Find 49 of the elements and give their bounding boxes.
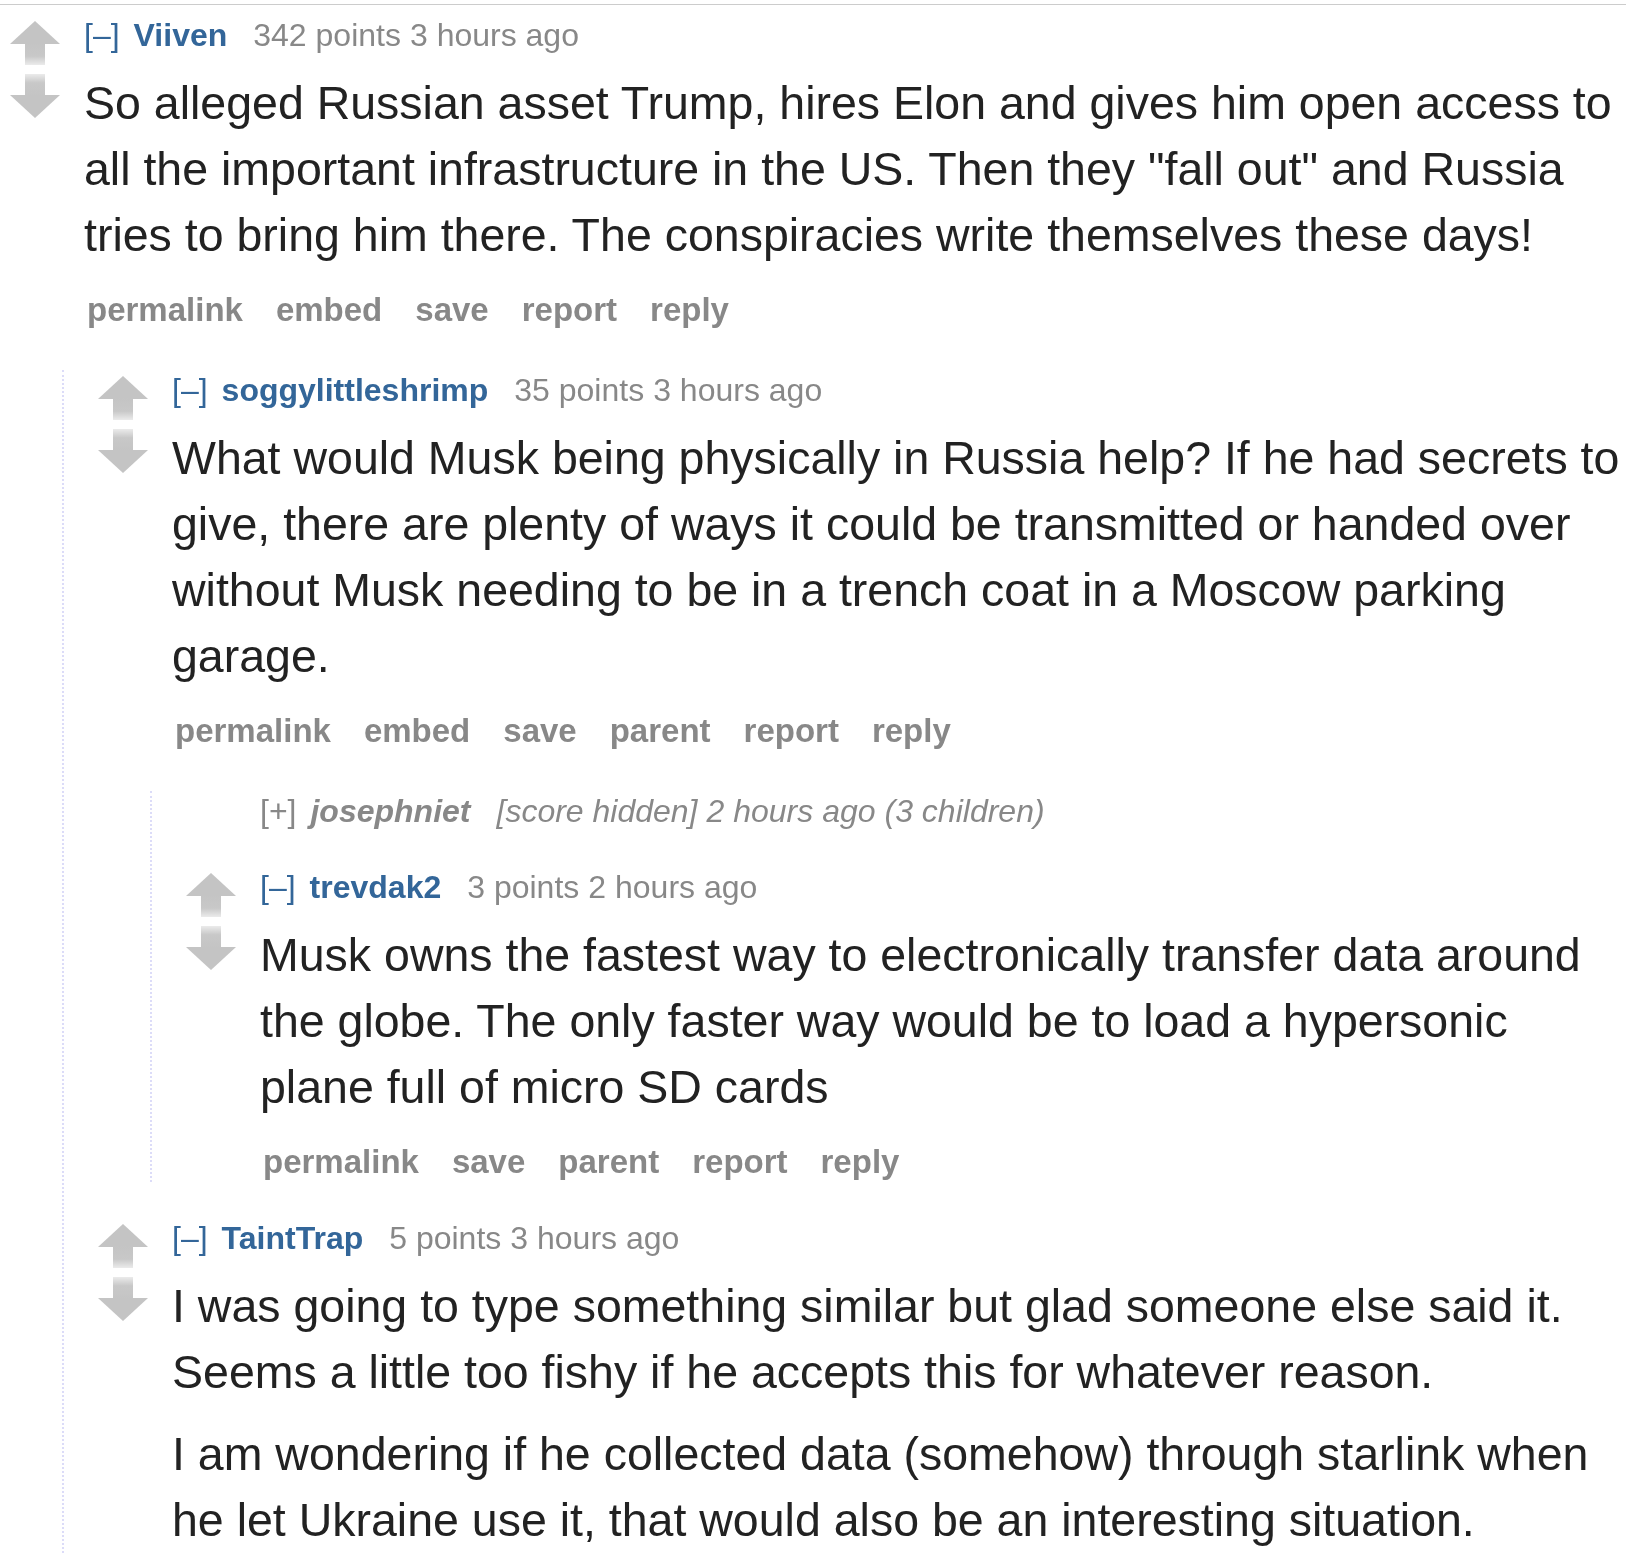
action-link[interactable]: save xyxy=(415,290,489,330)
action-link[interactable]: report xyxy=(692,1142,788,1182)
down-arrow-icon[interactable] xyxy=(186,926,236,970)
score-text: 342 points xyxy=(253,16,401,55)
username-link[interactable]: soggylittleshrimp xyxy=(221,370,489,410)
toggle-link[interactable]: [–] xyxy=(172,1218,208,1258)
action-link[interactable]: permalink xyxy=(87,290,243,330)
up-arrow-icon[interactable] xyxy=(98,376,148,420)
action-link[interactable]: parent xyxy=(609,711,711,751)
action-link[interactable]: permalink xyxy=(263,1142,419,1182)
username-link[interactable]: Viiven xyxy=(133,15,228,55)
comment-text: Musk owns the fastest way to electronically transfer data around the globe. The only faster way would be to load a hypersonic plane full of micro SD cards xyxy=(260,928,1582,1115)
score-text: 5 points xyxy=(389,1219,502,1258)
down-arrow-icon[interactable] xyxy=(98,1277,148,1321)
up-arrow-icon[interactable] xyxy=(186,873,236,917)
action-link[interactable]: save xyxy=(451,1142,526,1182)
timestamp: 2 hours ago xyxy=(706,792,876,831)
comment-text: I am wondering if he collected data (somehow) through starlink when he let Ukraine use it, that would also be an interesting situation. xyxy=(172,1427,1590,1548)
action-link[interactable]: embed xyxy=(363,711,471,751)
children-count: (3 children) xyxy=(884,792,1045,831)
action-link[interactable]: embed xyxy=(275,290,383,330)
comment-text: I was going to type something similar but glad someone else said it. Seems a little too fishy if he accepts this for whatever reason. xyxy=(172,1279,1564,1400)
score-text: [score hidden] xyxy=(496,792,698,831)
down-arrow-icon[interactable] xyxy=(98,429,148,473)
username-link[interactable]: TaintTrap xyxy=(221,1218,364,1258)
action-link[interactable]: report xyxy=(743,711,839,751)
timestamp: 3 hours ago xyxy=(409,16,579,55)
score-text: 35 points xyxy=(514,371,645,410)
username-link[interactable]: trevdak2 xyxy=(309,867,442,907)
toggle-link[interactable]: [–] xyxy=(172,370,208,410)
up-arrow-icon[interactable] xyxy=(10,21,60,65)
toggle-link[interactable]: [+] xyxy=(260,791,297,831)
timestamp: 2 hours ago xyxy=(588,868,758,907)
toggle-link[interactable]: [–] xyxy=(84,15,120,55)
comment-text: So alleged Russian asset Trump, hires Elon and gives him open access to all the important infrastructure in the US. Then they "fall out" and Russia tries to bring him there. The conspiracies write themselves these days! xyxy=(84,76,1613,263)
action-link[interactable]: report xyxy=(521,290,618,330)
up-arrow-icon[interactable] xyxy=(98,1224,148,1268)
comment-text: What would Musk being physically in Russia help? If he had secrets to give, there are plenty of ways it could be transmitted or handed over without Musk needing to be in a trench coat in a Moscow parking garage. xyxy=(172,431,1621,684)
action-link[interactable]: reply xyxy=(871,711,951,751)
score-text: 3 points xyxy=(467,868,580,907)
action-link[interactable]: reply xyxy=(650,290,729,330)
timestamp: 3 hours ago xyxy=(510,1219,680,1258)
action-link[interactable]: permalink xyxy=(175,711,331,751)
action-link[interactable]: reply xyxy=(820,1142,900,1182)
timestamp: 3 hours ago xyxy=(653,371,823,410)
toggle-link[interactable]: [–] xyxy=(260,867,296,907)
action-link[interactable]: parent xyxy=(558,1142,660,1182)
down-arrow-icon[interactable] xyxy=(10,74,60,118)
action-link[interactable]: save xyxy=(503,711,577,751)
